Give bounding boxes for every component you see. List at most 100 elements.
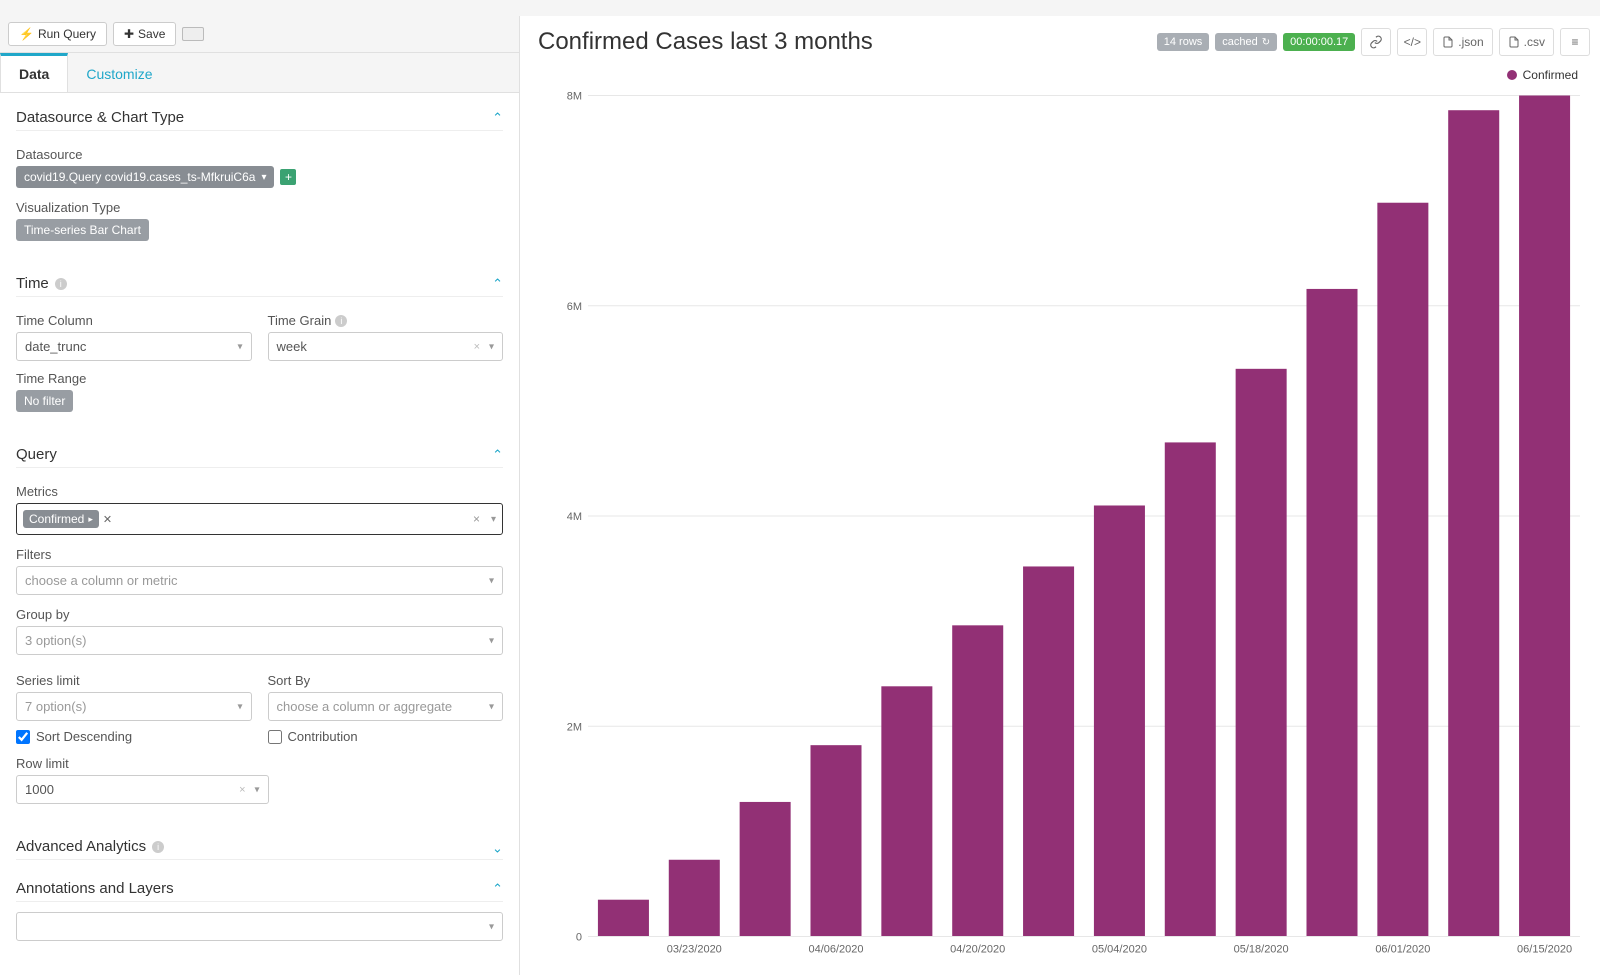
- label-sortby: Sort By: [268, 673, 504, 688]
- file-icon: [1508, 36, 1520, 48]
- rowlimit-select[interactable]: 1000 ×: [16, 775, 269, 804]
- cached-badge[interactable]: cached: [1215, 33, 1277, 51]
- refresh-icon: [1262, 36, 1270, 48]
- svg-text:05/04/2020: 05/04/2020: [1092, 944, 1147, 956]
- rowlimit-value: 1000: [25, 782, 54, 797]
- embed-button[interactable]: </>: [1397, 28, 1427, 56]
- add-datasource-button[interactable]: +: [280, 169, 296, 185]
- label-time-column: Time Column: [16, 313, 252, 328]
- remove-metric-button[interactable]: ✕: [103, 513, 112, 526]
- section-advanced[interactable]: Advanced Analytics i ⌃: [16, 828, 503, 860]
- section-datasource-chart[interactable]: Datasource & Chart Type ⌃: [16, 99, 503, 131]
- run-query-button[interactable]: ⚡ Run Query: [8, 22, 107, 46]
- chevron-up-icon: ⌃: [492, 881, 503, 897]
- label-datasource: Datasource: [16, 147, 503, 162]
- contribution-checkbox[interactable]: [268, 730, 282, 744]
- svg-text:06/01/2020: 06/01/2020: [1375, 944, 1430, 956]
- chevron-down-icon: ▾: [261, 172, 266, 183]
- svg-text:2M: 2M: [567, 721, 582, 733]
- section-time-title: Time: [16, 275, 49, 292]
- label-rowlimit: Row limit: [16, 756, 503, 771]
- run-query-label: Run Query: [38, 27, 96, 41]
- section-query-title: Query: [16, 446, 57, 463]
- svg-text:04/20/2020: 04/20/2020: [950, 944, 1005, 956]
- section-annotations[interactable]: Annotations and Layers ⌃: [16, 870, 503, 902]
- link-button[interactable]: [1361, 28, 1391, 56]
- bolt-icon: ⚡: [19, 27, 34, 41]
- datasource-value: covid19.Query covid19.cases_ts-MfkruiC6a: [24, 170, 255, 184]
- section-advanced-title: Advanced Analytics: [16, 838, 146, 855]
- tab-customize[interactable]: Customize: [68, 53, 170, 92]
- time-badge: 00:00:00.17: [1283, 33, 1355, 51]
- info-icon: i: [55, 278, 67, 290]
- time-column-value: date_trunc: [25, 339, 86, 354]
- legend-label: Confirmed: [1523, 68, 1578, 82]
- csv-button[interactable]: .csv: [1499, 28, 1554, 56]
- save-plus-icon: ✚: [124, 27, 134, 41]
- legend: Confirmed: [1507, 68, 1578, 82]
- clear-icon[interactable]: ×: [239, 784, 245, 796]
- viztype-select[interactable]: Time-series Bar Chart: [16, 219, 149, 241]
- time-grain-value: week: [277, 339, 307, 354]
- label-time-range: Time Range: [16, 371, 503, 386]
- svg-text:8M: 8M: [567, 91, 582, 103]
- chevron-up-icon: ⌃: [492, 276, 503, 292]
- chevron-right-icon: ▸: [88, 514, 93, 525]
- clear-icon[interactable]: ×: [473, 512, 480, 526]
- filters-select[interactable]: choose a column or metric: [16, 566, 503, 595]
- json-button[interactable]: .json: [1433, 28, 1492, 56]
- label-metrics: Metrics: [16, 484, 503, 499]
- chart-title: Confirmed Cases last 3 months: [538, 28, 873, 56]
- metrics-select[interactable]: Confirmed ▸ ✕ × ▾: [16, 503, 503, 535]
- chevron-down-icon: ⌃: [492, 839, 503, 855]
- tab-data[interactable]: Data: [0, 53, 68, 92]
- label-serieslimit: Series limit: [16, 673, 252, 688]
- time-range-select[interactable]: No filter: [16, 390, 73, 412]
- time-range-value: No filter: [24, 394, 65, 408]
- chevron-down-icon: ▾: [491, 514, 496, 525]
- serieslimit-select[interactable]: 7 option(s): [16, 692, 252, 721]
- sortby-select[interactable]: choose a column or aggregate: [268, 692, 504, 721]
- viztype-value: Time-series Bar Chart: [24, 223, 141, 237]
- datasource-select[interactable]: covid19.Query covid19.cases_ts-MfkruiC6a…: [16, 166, 274, 188]
- label-sortdesc: Sort Descending: [36, 729, 132, 744]
- save-button[interactable]: ✚ Save: [113, 22, 176, 46]
- bar-chart: 0 2M 4M 6M 8M 03/23/2020 04/06/2020 04/20/2020 0…: [538, 64, 1590, 968]
- info-icon: i: [335, 315, 347, 327]
- svg-text:04/06/2020: 04/06/2020: [808, 944, 863, 956]
- code-icon: </>: [1404, 35, 1421, 49]
- time-grain-select[interactable]: week ×: [268, 332, 504, 361]
- rows-badge: 14 rows: [1157, 33, 1210, 51]
- metric-chip-confirmed[interactable]: Confirmed ▸: [23, 510, 99, 528]
- section-time[interactable]: Time i ⌃: [16, 265, 503, 297]
- groupby-select[interactable]: 3 option(s): [16, 626, 503, 655]
- add-annotation-button[interactable]: x: [16, 912, 503, 941]
- section-query[interactable]: Query ⌃: [16, 436, 503, 468]
- svg-text:4M: 4M: [567, 511, 582, 523]
- sort-descending-checkbox[interactable]: [16, 730, 30, 744]
- section-annotations-title: Annotations and Layers: [16, 880, 174, 897]
- svg-text:05/18/2020: 05/18/2020: [1234, 944, 1289, 956]
- save-label: Save: [138, 27, 165, 41]
- svg-text:06/15/2020: 06/15/2020: [1517, 944, 1572, 956]
- svg-text:03/23/2020: 03/23/2020: [667, 944, 722, 956]
- svg-text:6M: 6M: [567, 301, 582, 313]
- label-viztype: Visualization Type: [16, 200, 503, 215]
- time-column-select[interactable]: date_trunc: [16, 332, 252, 361]
- label-groupby: Group by: [16, 607, 503, 622]
- chevron-up-icon: ⌃: [492, 447, 503, 463]
- hamburger-icon: ≡: [1571, 35, 1578, 49]
- label-contribution: Contribution: [288, 729, 358, 744]
- svg-text:0: 0: [576, 932, 582, 944]
- clear-icon[interactable]: ×: [474, 341, 480, 353]
- label-filters: Filters: [16, 547, 503, 562]
- chevron-up-icon: ⌃: [492, 110, 503, 126]
- file-icon: [1442, 36, 1454, 48]
- keyboard-icon[interactable]: [182, 27, 204, 41]
- section-datasource-title: Datasource & Chart Type: [16, 109, 184, 126]
- info-icon: i: [152, 841, 164, 853]
- legend-dot-icon: [1507, 70, 1517, 80]
- link-icon: [1369, 35, 1383, 49]
- label-time-grain: Time Grain i: [268, 313, 504, 328]
- menu-button[interactable]: ≡: [1560, 28, 1590, 56]
